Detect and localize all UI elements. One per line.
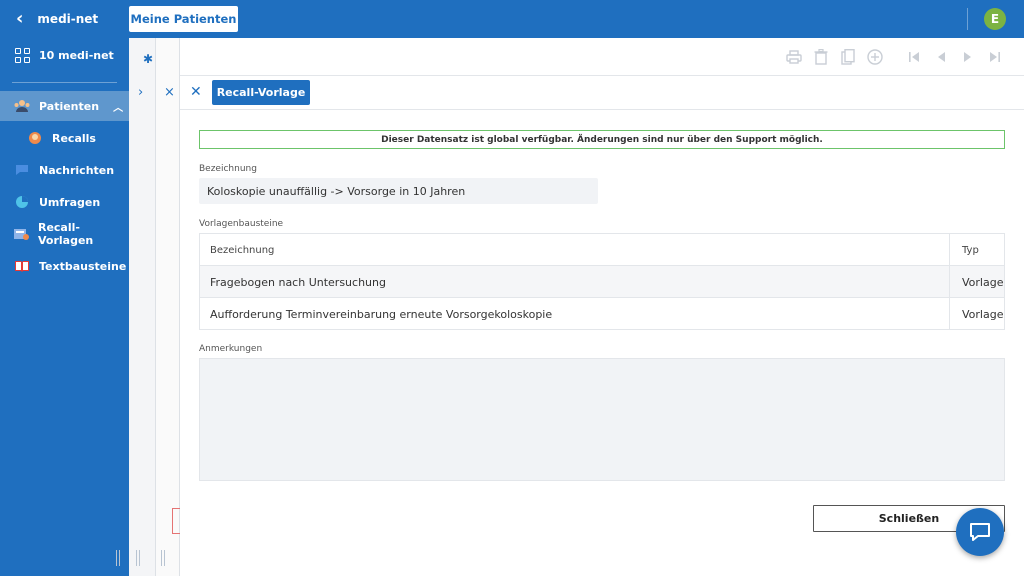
next-record-icon[interactable]	[960, 49, 976, 65]
background-pane-2[interactable]: ×	[156, 38, 180, 576]
sidebar-item-nachrichten[interactable]: Nachrichten	[0, 155, 129, 185]
book-icon	[13, 257, 31, 275]
partial-button	[172, 508, 180, 534]
sidebar-item-patienten[interactable]: Patienten ︿	[0, 91, 129, 121]
cell-typ: Vorlage	[962, 307, 1004, 321]
template-icon	[13, 225, 30, 243]
first-record-icon[interactable]	[906, 49, 922, 65]
patients-icon	[13, 97, 31, 115]
sidebar-item-label: 10 medi-net	[39, 48, 114, 62]
toolbar	[180, 38, 1024, 76]
anmerkungen-label: Anmerkungen	[199, 344, 263, 354]
vorlagenbausteine-label: Vorlagenbausteine	[199, 219, 284, 229]
chat-button[interactable]	[956, 508, 1004, 556]
app-brand[interactable]: ‹ medi-net	[16, 0, 98, 38]
message-icon	[13, 161, 31, 179]
sidebar-item-umfragen[interactable]: Umfragen	[0, 187, 129, 217]
bezeichnung-field[interactable]: Koloskopie unauffällig -> Vorsorge in 10…	[199, 178, 598, 204]
grid-icon	[13, 46, 31, 64]
chevron-right-icon[interactable]: ›	[138, 85, 143, 100]
sidebar-item-medinet[interactable]: 10 medi-net	[0, 40, 129, 70]
resize-handle[interactable]	[116, 550, 120, 566]
sidebar-item-label: Textbausteine	[39, 259, 127, 273]
add-icon[interactable]	[867, 49, 883, 65]
table-row[interactable]: Fragebogen nach Untersuchung Vorlage	[200, 266, 1004, 298]
last-record-icon[interactable]	[987, 49, 1003, 65]
sidebar: 10 medi-net Patienten ︿ Recalls Nachrich…	[0, 38, 129, 576]
top-divider	[967, 8, 968, 30]
print-icon[interactable]	[786, 49, 802, 65]
sidebar-item-label: Recall-Vorlagen	[37, 221, 94, 247]
table-row[interactable]: Aufforderung Terminvereinbarung erneute …	[200, 298, 1004, 330]
pie-chart-icon	[13, 193, 31, 211]
sidebar-item-recall-vorlagen[interactable]: Recall-Vorlagen	[0, 219, 129, 249]
global-record-notice: Dieser Datensatz ist global verfügbar. Ä…	[199, 130, 1005, 149]
sidebar-item-textbausteine[interactable]: Textbausteine	[0, 251, 129, 281]
close-tab-icon[interactable]: ✕	[190, 84, 202, 100]
sidebar-item-label: Recalls	[52, 131, 96, 145]
vorlagenbausteine-table: Bezeichnung Typ Fragebogen nach Untersuc…	[199, 233, 1005, 330]
copy-icon[interactable]	[840, 49, 856, 65]
app-title: medi-net	[37, 12, 99, 26]
my-patients-button[interactable]: Meine Patienten	[129, 6, 238, 32]
back-chevron-icon[interactable]: ‹	[16, 10, 23, 28]
close-icon[interactable]: ×	[164, 85, 175, 100]
resize-handle[interactable]	[136, 550, 140, 566]
recall-template-dialog: ✕ Recall-Vorlage Dieser Datensatz ist gl…	[180, 38, 1024, 576]
sidebar-item-label: Nachrichten	[39, 163, 115, 177]
user-avatar[interactable]: E	[984, 8, 1006, 30]
delete-icon[interactable]	[813, 49, 829, 65]
sidebar-item-recalls[interactable]: Recalls	[0, 123, 129, 153]
background-pane-1[interactable]: ✱ ›	[129, 38, 156, 576]
cell-bezeichnung: Aufforderung Terminvereinbarung erneute …	[210, 307, 553, 321]
gear-icon: ✱	[143, 52, 154, 66]
recalls-icon	[26, 129, 44, 147]
sidebar-item-label: Umfragen	[39, 195, 101, 209]
top-bar: ‹ medi-net Meine Patienten E	[0, 0, 1024, 38]
column-header-typ[interactable]: Typ	[962, 245, 979, 256]
previous-record-icon[interactable]	[933, 49, 949, 65]
column-divider[interactable]	[949, 234, 950, 329]
column-header-bezeichnung[interactable]: Bezeichnung	[210, 245, 274, 256]
sidebar-divider	[12, 82, 117, 83]
anmerkungen-textarea[interactable]	[199, 358, 1005, 481]
resize-handle[interactable]	[161, 550, 165, 566]
sidebar-item-label: Patienten	[39, 99, 100, 113]
chat-icon	[970, 523, 990, 541]
cell-typ: Vorlage	[962, 275, 1004, 289]
bezeichnung-label: Bezeichnung	[199, 164, 257, 174]
table-header-row: Bezeichnung Typ	[200, 234, 1004, 266]
cell-bezeichnung: Fragebogen nach Untersuchung	[210, 275, 386, 289]
chevron-up-icon[interactable]: ︿	[113, 99, 123, 114]
tab-recall-vorlage[interactable]: Recall-Vorlage	[212, 80, 310, 105]
tab-bar: ✕ Recall-Vorlage	[180, 76, 1024, 110]
